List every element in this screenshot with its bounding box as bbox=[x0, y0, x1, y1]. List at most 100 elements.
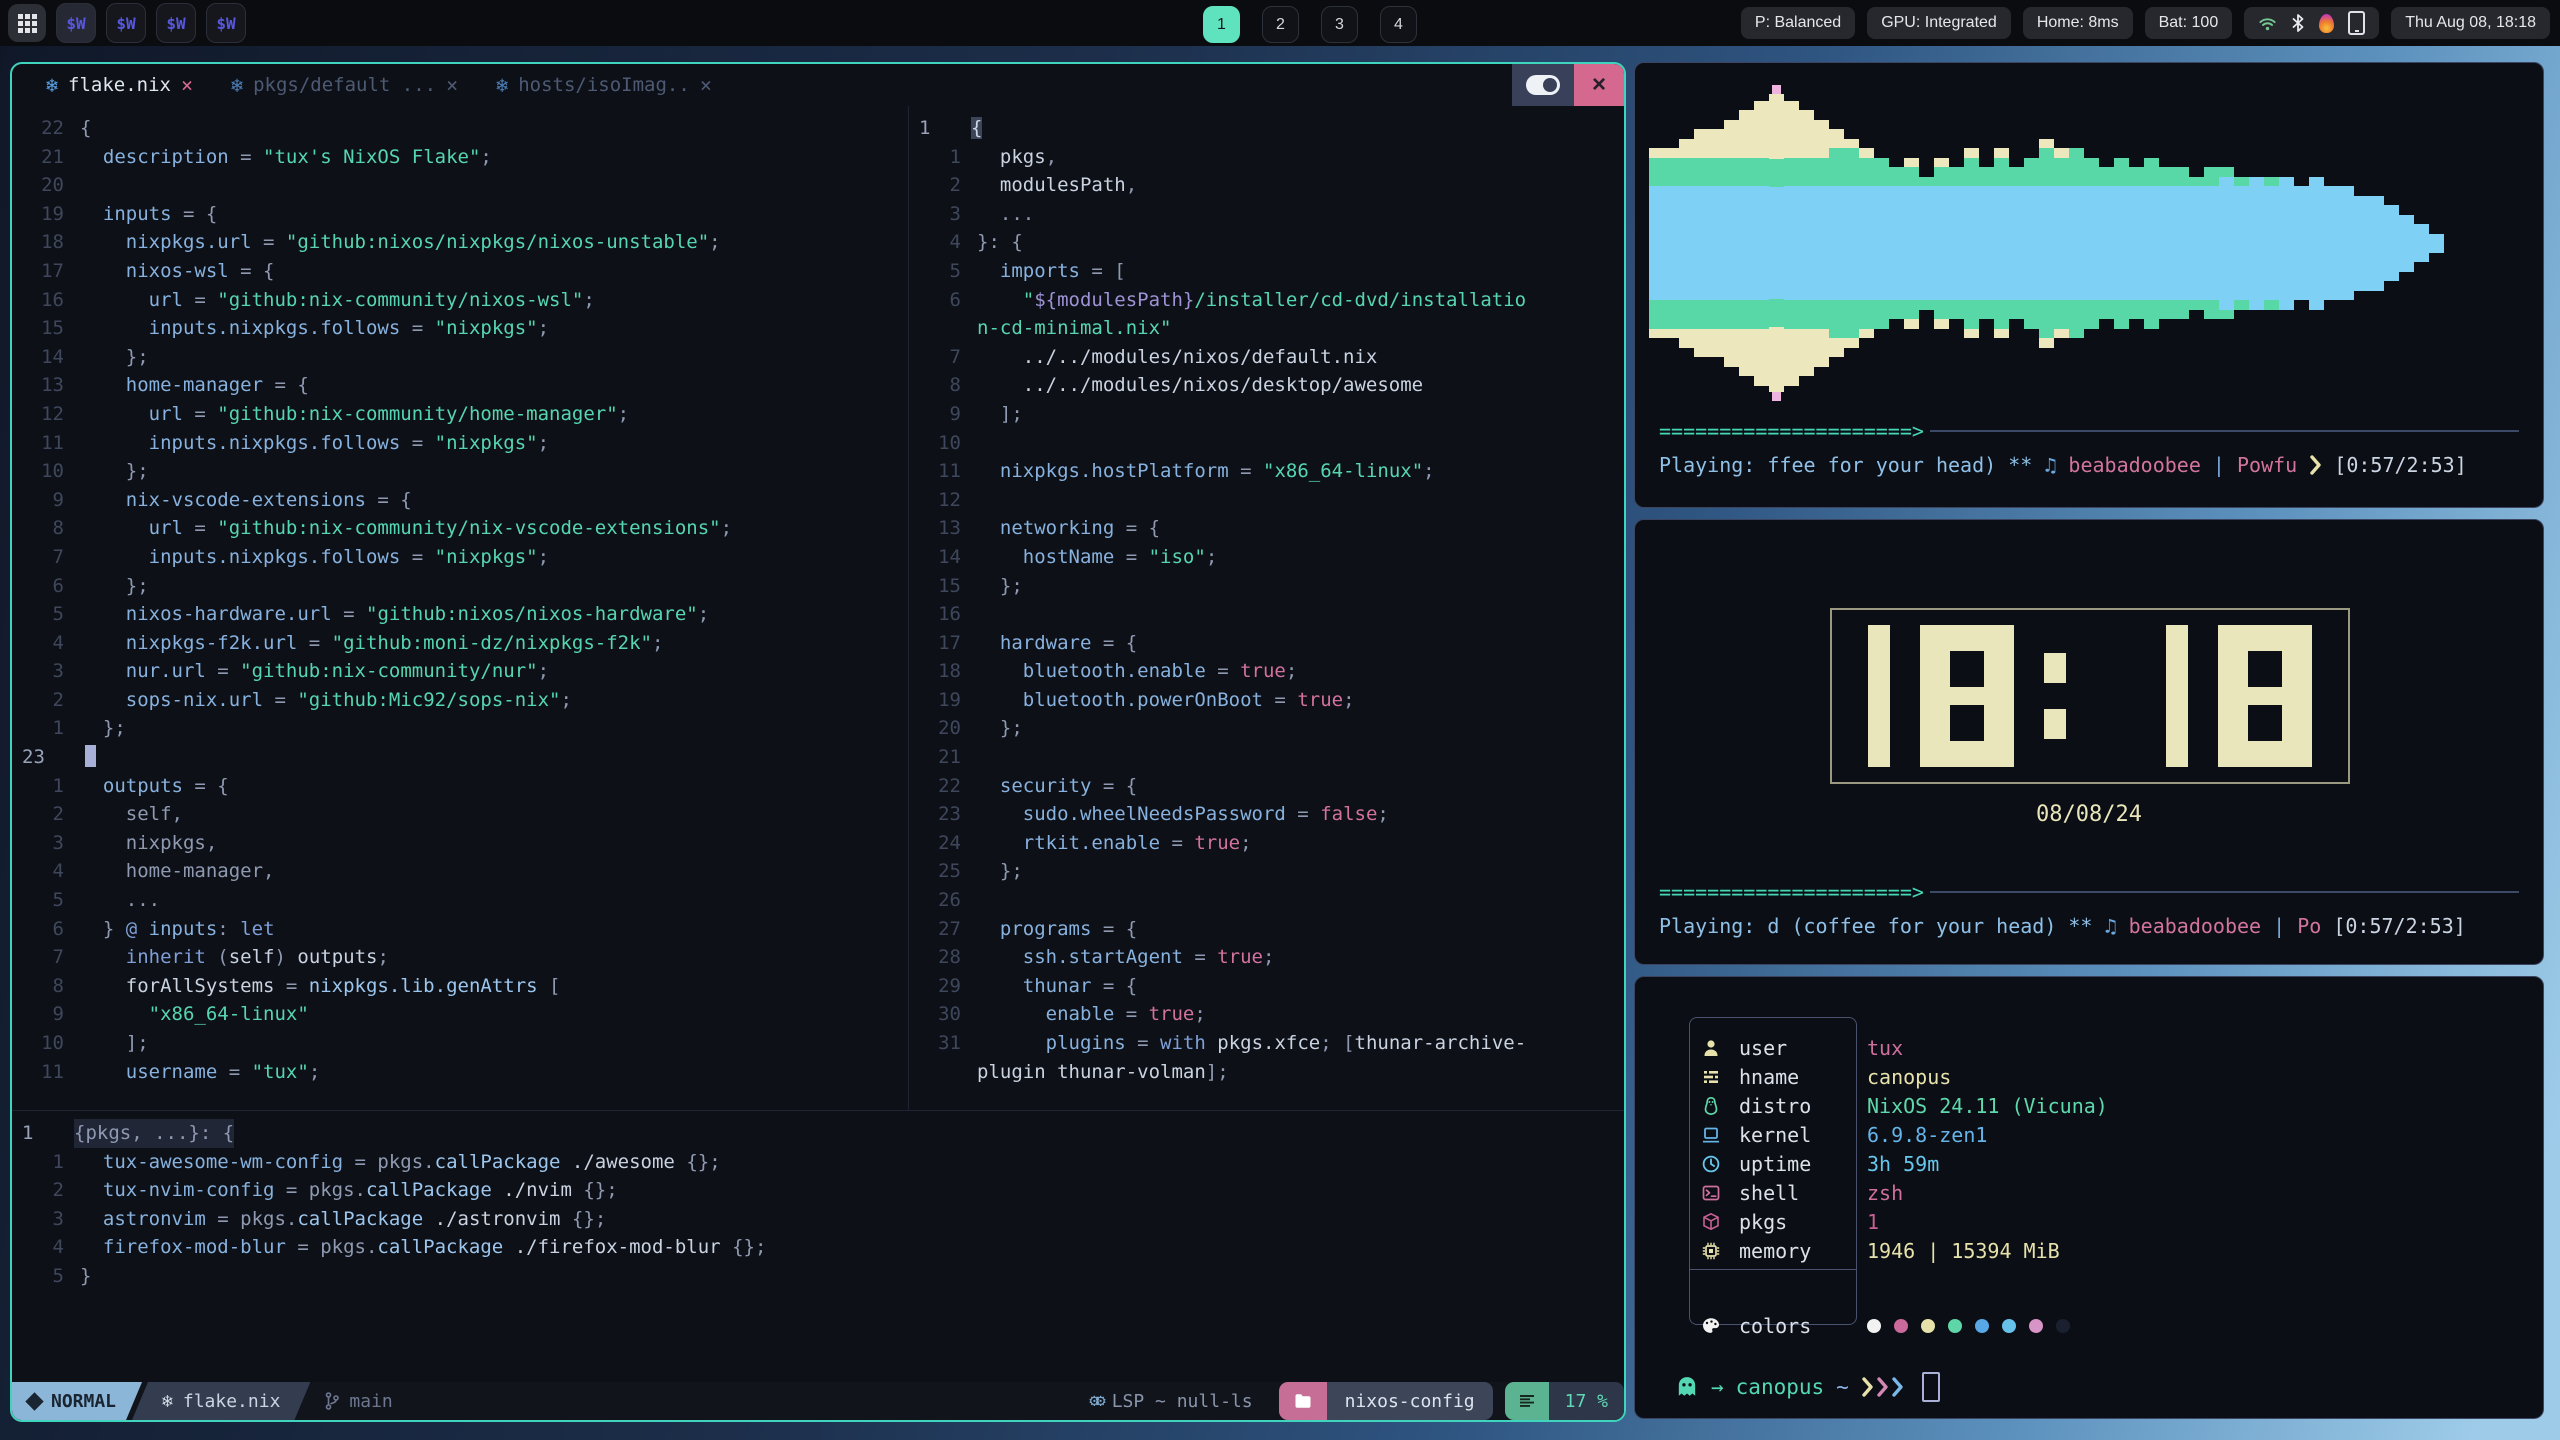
hostname-icon bbox=[1701, 1066, 1723, 1088]
prompt-chevrons bbox=[1861, 1376, 1904, 1398]
viz-column bbox=[1889, 85, 1904, 401]
code-line: 8 ../../modules/nixos/desktop/awesome bbox=[909, 371, 1624, 400]
fetch-row-hname: hnamecanopus bbox=[1701, 1062, 1951, 1091]
close-tab-icon[interactable]: × bbox=[181, 73, 193, 97]
scroll-segment: 17 % bbox=[1505, 1382, 1624, 1420]
viz-column bbox=[2429, 85, 2444, 401]
workspace-button[interactable]: $W bbox=[156, 3, 196, 43]
code-line: 1{ bbox=[909, 114, 1624, 143]
statusline: NORMAL ❄ flake.nix main ⚙⚙ LSP ~ null-ls bbox=[12, 1382, 1624, 1420]
code-line: 12 bbox=[909, 486, 1624, 515]
color-swatch bbox=[1894, 1319, 1908, 1333]
code-line: 19 inputs = { bbox=[12, 200, 908, 229]
code-line: 16 url = "github:nix-community/nixos-wsl… bbox=[12, 286, 908, 315]
nix-snowflake-icon: ❄ bbox=[46, 73, 58, 97]
tag-button-3[interactable]: 3 bbox=[1321, 6, 1358, 43]
toggle-widget[interactable] bbox=[1512, 64, 1574, 106]
code-line: 5 ... bbox=[12, 886, 908, 915]
viz-column bbox=[1679, 85, 1694, 401]
colors-label: colors bbox=[1739, 1314, 1867, 1338]
lsp-label: LSP ~ null-ls bbox=[1112, 1391, 1253, 1412]
viz-column bbox=[1919, 85, 1934, 401]
tag-button-1[interactable]: 1 bbox=[1203, 6, 1240, 43]
code-line: 28 ssh.startAgent = true; bbox=[909, 943, 1624, 972]
chevron-icon bbox=[1861, 1376, 1874, 1398]
code-line: 7 inputs.nixpkgs.follows = "nixpkgs"; bbox=[12, 543, 908, 572]
mode-label: NORMAL bbox=[51, 1391, 116, 1412]
player2-separator: =====================> bbox=[1659, 880, 2519, 904]
color-swatch bbox=[1867, 1319, 1881, 1333]
editor-tab[interactable]: ❄hosts/isoImag..× bbox=[496, 73, 712, 97]
code-line: 4 nixpkgs-f2k.url = "github:moni-dz/nixp… bbox=[12, 629, 908, 658]
code-line: 2 self, bbox=[12, 800, 908, 829]
editor-pane-flake[interactable]: 22{21 description = "tux's NixOS Flake";… bbox=[12, 106, 908, 1110]
viz-column bbox=[1964, 85, 1979, 401]
close-tab-icon[interactable]: × bbox=[700, 73, 712, 97]
color-swatches bbox=[1867, 1319, 2070, 1333]
tag-button-2[interactable]: 2 bbox=[1262, 6, 1299, 43]
viz-column bbox=[2369, 85, 2384, 401]
viz-column bbox=[2324, 85, 2339, 401]
code-line: 1 outputs = { bbox=[12, 772, 908, 801]
code-line: 10 }; bbox=[12, 457, 908, 486]
code-line: 2 tux-nvim-config = pkgs.callPackage ./n… bbox=[12, 1176, 1624, 1205]
viz-column bbox=[1904, 85, 1919, 401]
tag-button-4[interactable]: 4 bbox=[1380, 6, 1417, 43]
code-line: 2 modulesPath, bbox=[909, 171, 1624, 200]
viz-column bbox=[1739, 85, 1754, 401]
editor-tab[interactable]: ❄pkgs/default ...× bbox=[231, 73, 458, 97]
code-line: 9 nix-vscode-extensions = { bbox=[12, 486, 908, 515]
package-icon bbox=[1701, 1211, 1723, 1233]
tray-pill bbox=[2244, 7, 2379, 39]
viz-column bbox=[1709, 85, 1724, 401]
viz-column bbox=[2144, 85, 2159, 401]
player1-separator: =====================> bbox=[1659, 419, 2519, 443]
prompt-host: canopus bbox=[1736, 1375, 1825, 1399]
color-swatch bbox=[1921, 1319, 1935, 1333]
color-swatch bbox=[2029, 1319, 2043, 1333]
code-line: 3 nixpkgs, bbox=[12, 829, 908, 858]
digital-clock bbox=[1830, 608, 2350, 784]
clock-window: 08/08/24 =====================> Playing:… bbox=[1634, 519, 2544, 965]
viz-column bbox=[2294, 85, 2309, 401]
laptop-icon bbox=[1701, 1124, 1723, 1146]
shell-prompt[interactable]: → canopus ~ bbox=[1675, 1372, 1940, 1402]
palette-icon bbox=[1701, 1315, 1723, 1337]
fetch-row-uptime: uptime3h 59m bbox=[1701, 1149, 1939, 1178]
code-line: 17 nixos-wsl = { bbox=[12, 257, 908, 286]
fetch-row-kernel: kernel6.9.8-zen1 bbox=[1701, 1120, 1987, 1149]
fire-icon bbox=[2319, 14, 2334, 33]
editor-tab[interactable]: ❄flake.nix× bbox=[46, 73, 193, 97]
code-line: 23 bbox=[12, 743, 908, 772]
git-branch: main bbox=[324, 1391, 392, 1412]
viz-column bbox=[2159, 85, 2174, 401]
viz-column bbox=[2114, 85, 2129, 401]
viz-column bbox=[1874, 85, 1889, 401]
editor-pane-iso[interactable]: 1{1 pkgs,2 modulesPath,3 ...4}: {5 impor… bbox=[908, 106, 1624, 1110]
code-line: 5 nixos-hardware.url = "github:nixos/nix… bbox=[12, 600, 908, 629]
viz-column bbox=[2384, 85, 2399, 401]
window-controls: × bbox=[1512, 64, 1624, 106]
editor-pane-pkgs[interactable]: 1{pkgs, ...}: {1 tux-awesome-wm-config =… bbox=[12, 1110, 1624, 1355]
viz-column bbox=[2174, 85, 2189, 401]
fetch-row-shell: shellzsh bbox=[1701, 1178, 1903, 1207]
code-line: 15 }; bbox=[909, 572, 1624, 601]
viz-column bbox=[2234, 85, 2249, 401]
terminal-icon bbox=[1701, 1182, 1723, 1204]
prompt-path: ~ bbox=[1836, 1375, 1849, 1399]
close-tab-icon[interactable]: × bbox=[446, 73, 458, 97]
viz-column bbox=[2024, 85, 2039, 401]
viz-column bbox=[1664, 85, 1679, 401]
workspace-button[interactable]: $W bbox=[206, 3, 246, 43]
code-line: 10 bbox=[909, 429, 1624, 458]
project-segment: nixos-config bbox=[1279, 1382, 1493, 1420]
workspace-button[interactable]: $W bbox=[56, 3, 96, 43]
code-line: 24 rtkit.enable = true; bbox=[909, 829, 1624, 858]
viz-column bbox=[1934, 85, 1949, 401]
workspace-button[interactable]: $W bbox=[106, 3, 146, 43]
code-line: plugin thunar-volman]; bbox=[909, 1058, 1624, 1087]
mode-segment: NORMAL bbox=[12, 1382, 142, 1420]
close-window-button[interactable]: × bbox=[1574, 64, 1624, 106]
launcher-button[interactable] bbox=[8, 4, 46, 42]
fetch-row-user: usertux bbox=[1701, 1033, 1903, 1062]
